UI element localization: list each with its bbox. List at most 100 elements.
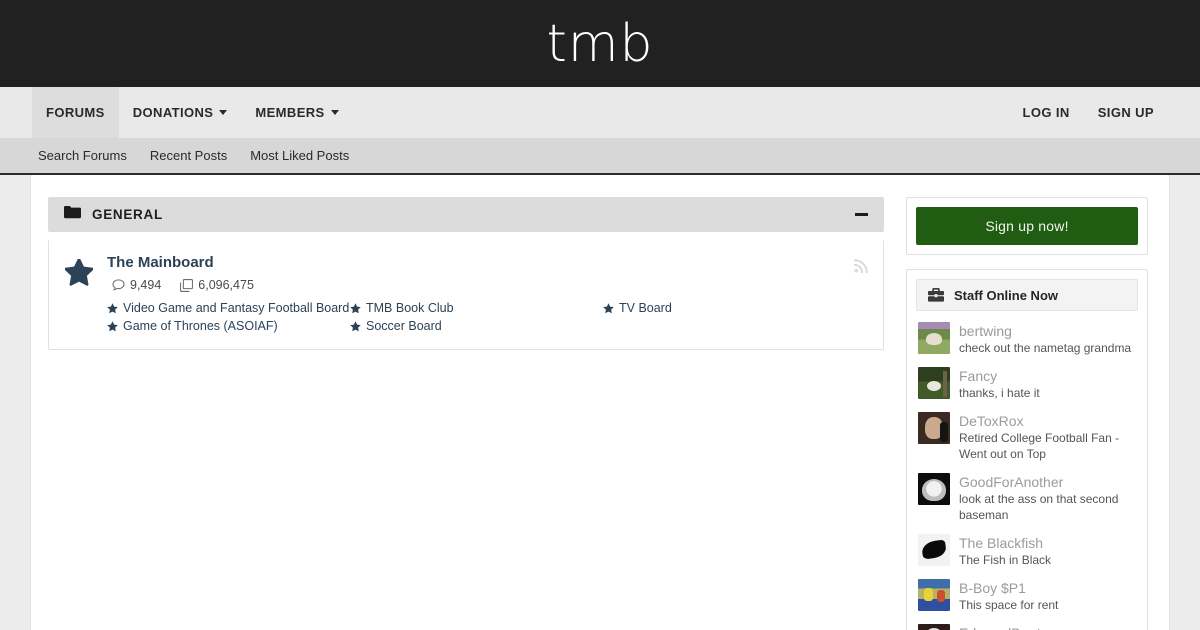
subnode-label: Game of Thrones (ASOIAF) [123,319,278,333]
staff-username[interactable]: The Blackfish [959,535,1136,551]
chevron-down-icon [219,110,228,115]
staff-list-item[interactable]: bertwing check out the nametag grandma [916,317,1138,362]
staff-online-title: Staff Online Now [954,287,1058,303]
log-in-button[interactable]: LOG IN [1009,87,1084,138]
staff-list-item[interactable]: DeToxRox Retired College Football Fan - … [916,407,1138,468]
comment-icon [112,279,125,291]
nav-item-members[interactable]: MEMBERS [241,87,352,138]
staff-info: DeToxRox Retired College Football Fan - … [959,412,1136,463]
staff-username[interactable]: DeToxRox [959,413,1136,429]
subnode-link[interactable]: Soccer Board [350,319,603,333]
primary-nav-right: LOG IN SIGN UP [1009,87,1168,138]
star-icon [603,302,614,314]
nav-item-label: SIGN UP [1097,105,1154,120]
subnode-link[interactable]: Game of Thrones (ASOIAF) [107,319,350,333]
subnode-link[interactable]: TMB Book Club [350,301,603,315]
staff-status-text: thanks, i hate it [959,386,1040,401]
staff-online-block: Staff Online Now bertwing check out the … [906,269,1148,630]
forum-list-column: GENERAL The Mainboard 9,494 6,096,475 Vi… [48,197,884,630]
star-icon [107,320,118,332]
stat-messages: 6,096,475 [175,278,254,292]
nav-item-label: LOG IN [1022,105,1070,120]
stat-value: 9,494 [130,278,162,292]
staff-online-list: bertwing check out the nametag grandma F… [907,311,1147,630]
avatar[interactable] [918,579,950,612]
stat-threads: 9,494 [107,278,161,292]
subnode-link[interactable]: Video Game and Fantasy Football Board [107,301,350,315]
staff-info: Fancy thanks, i hate it [959,367,1136,402]
avatar[interactable] [918,624,950,630]
node-title-link[interactable]: The Mainboard [107,254,867,272]
avatar[interactable] [918,322,950,354]
secondary-navigation: Search Forums Recent Posts Most Liked Po… [0,138,1200,175]
staff-username[interactable]: bertwing [959,323,1136,339]
staff-info: The Blackfish The Fish in Black [959,534,1136,569]
node-list: The Mainboard 9,494 6,096,475 Video Game… [48,240,884,350]
folder-icon [64,205,81,224]
staff-status-text: look at the ass on that second baseman [959,492,1119,523]
staff-list-item[interactable]: The Blackfish The Fish in Black [916,529,1138,574]
rss-icon[interactable] [853,258,869,278]
nav-item-label: DONATIONS [132,105,214,120]
staff-username[interactable]: GoodForAnother [959,474,1136,490]
subnav-item-recent-posts[interactable]: Recent Posts [150,148,227,163]
nav-item-donations[interactable]: DONATIONS [119,87,242,138]
subnode-label: Soccer Board [366,319,442,333]
staff-list-item[interactable]: B-Boy $P1 This space for rent [916,574,1138,619]
subnav-item-search-forums[interactable]: Search Forums [38,148,127,163]
sign-up-now-button[interactable]: Sign up now! [916,207,1138,245]
site-logo[interactable]: tmb [546,18,653,70]
star-icon [350,320,361,332]
staff-online-header: Staff Online Now [916,279,1138,311]
node-statistics: 9,494 6,096,475 [107,278,867,292]
nav-item-label: FORUMS [46,105,105,120]
node-body: The Mainboard 9,494 6,096,475 Video Game… [107,254,867,333]
chevron-down-icon [330,110,339,115]
page-container: GENERAL The Mainboard 9,494 6,096,475 Vi… [30,175,1170,630]
staff-info: EdmondDantes Both winner in league and a… [959,624,1136,630]
primary-nav-left: FORUMS DONATIONS MEMBERS [32,87,353,138]
sign-up-button[interactable]: SIGN UP [1084,87,1168,138]
subnode-label: TMB Book Club [366,301,454,315]
node-icon [64,254,107,333]
minus-icon [854,213,868,216]
staff-info: GoodForAnother look at the ass on that s… [959,473,1136,524]
sidebar: Sign up now! Staff Online Now bertwing c… [906,197,1148,630]
site-masthead: tmb [0,0,1200,87]
stat-value: 6,096,475 [198,278,254,292]
category-collapse-toggle[interactable] [852,206,870,224]
staff-list-item[interactable]: EdmondDantes Both winner in league and a… [916,619,1138,630]
forum-node-row[interactable]: The Mainboard 9,494 6,096,475 Video Game… [49,240,883,349]
star-icon [350,302,361,314]
subnode-label: Video Game and Fantasy Football Board [123,301,350,315]
staff-username[interactable]: EdmondDantes [959,625,1136,630]
category-header-general: GENERAL [48,197,884,232]
avatar[interactable] [918,412,950,445]
primary-navigation: FORUMS DONATIONS MEMBERS LOG IN SIGN UP [0,87,1200,138]
avatar[interactable] [918,534,950,567]
staff-status-text: Retired College Football Fan - Went out … [959,431,1120,462]
staff-status-text: This space for rent [959,598,1059,613]
staff-info: bertwing check out the nametag grandma [959,322,1136,357]
avatar[interactable] [918,367,950,400]
avatar[interactable] [918,473,950,506]
staff-username[interactable]: B-Boy $P1 [959,580,1136,596]
staff-info: B-Boy $P1 This space for rent [959,579,1136,614]
subnav-item-most-liked-posts[interactable]: Most Liked Posts [250,148,349,163]
nav-item-label: MEMBERS [255,105,325,120]
staff-status-text: The Fish in Black [959,553,1052,568]
pages-icon [180,278,194,292]
staff-status-text: check out the nametag grandma [959,341,1132,356]
category-title: GENERAL [92,207,163,222]
staff-list-item[interactable]: Fancy thanks, i hate it [916,362,1138,407]
star-icon [64,257,94,286]
subnode-list: Video Game and Fantasy Football Board TM… [107,301,867,333]
signup-block: Sign up now! [906,197,1148,255]
star-icon [107,302,118,314]
subnode-link[interactable]: TV Board [603,301,867,315]
briefcase-icon [928,288,944,302]
staff-username[interactable]: Fancy [959,368,1136,384]
subnode-label: TV Board [619,301,672,315]
staff-list-item[interactable]: GoodForAnother look at the ass on that s… [916,468,1138,529]
nav-item-forums[interactable]: FORUMS [32,87,119,138]
